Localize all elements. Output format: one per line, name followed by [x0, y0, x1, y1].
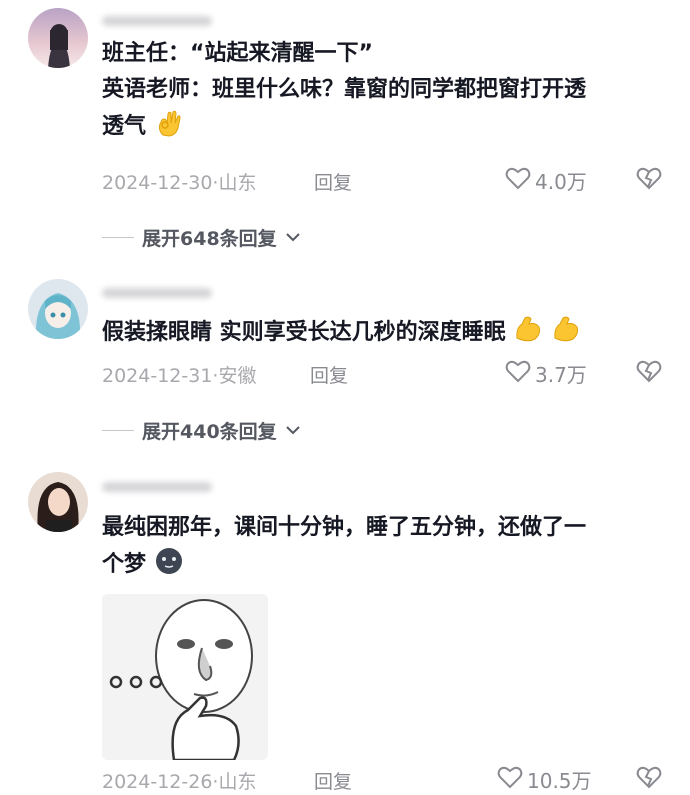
chevron-down-icon	[285, 226, 301, 248]
comment-line: 个梦	[102, 552, 147, 577]
like-count: 10.5万	[527, 768, 592, 793]
comment-meta: 2024-12-26·山东 回复 10.5万	[102, 763, 662, 795]
reply-button[interactable]: 回复	[310, 361, 348, 388]
reply-button[interactable]: 回复	[314, 767, 352, 794]
dislike-button[interactable]	[636, 765, 662, 794]
heart-icon	[505, 359, 531, 388]
comment-text: 假装揉眼睛 实则享受长达几秒的深度睡眠	[102, 314, 662, 356]
like-count: 4.0万	[535, 169, 587, 194]
flexed-arm-emoji	[513, 314, 543, 356]
comment-line: 透气	[102, 114, 147, 139]
dislike-button[interactable]	[636, 166, 662, 195]
reply-button[interactable]: 回复	[314, 168, 352, 195]
heart-icon	[505, 166, 531, 195]
ok-hand-emoji	[154, 108, 184, 150]
divider	[102, 429, 134, 431]
username[interactable]	[102, 476, 212, 498]
expand-replies-button[interactable]: 展开648条回复	[102, 222, 301, 252]
comment-line: 班主任：“站起来清醒一下”	[102, 41, 373, 66]
thinking-meme-image[interactable]	[102, 594, 268, 760]
comment-text: 最纯困那年，课间十分钟，睡了五分钟，还做了一 个梦	[102, 510, 662, 588]
comment-date: 2024-12-31·安徽	[102, 365, 257, 387]
comment-date: 2024-12-30·山东	[102, 172, 257, 194]
chevron-down-icon	[285, 419, 301, 441]
comment-text: 班主任：“站起来清醒一下” 英语老师：班里什么味？靠窗的同学都把窗打开透 透气	[102, 36, 662, 150]
broken-heart-icon	[636, 167, 662, 190]
expand-replies-label: 展开440条回复	[142, 420, 277, 443]
comment-line: 假装揉眼睛 实则享受长达几秒的深度睡眠	[102, 320, 506, 345]
comment-meta: 2024-12-30·山东 回复 4.0万	[102, 164, 662, 196]
sleepy-face-emoji	[154, 546, 184, 588]
like-count: 3.7万	[535, 362, 587, 387]
flexed-arm-emoji	[551, 314, 581, 356]
divider	[102, 236, 134, 238]
broken-heart-icon	[636, 766, 662, 789]
expand-replies-label: 展开648条回复	[142, 227, 277, 250]
comment-line: 英语老师：班里什么味？靠窗的同学都把窗打开透	[102, 77, 587, 102]
avatar[interactable]	[28, 8, 88, 68]
avatar[interactable]	[28, 472, 88, 532]
expand-replies-button[interactable]: 展开440条回复	[102, 415, 301, 445]
like-button[interactable]: 3.7万	[505, 357, 587, 389]
comment-date: 2024-12-26·山东	[102, 771, 257, 793]
like-button[interactable]: 4.0万	[505, 164, 587, 196]
like-button[interactable]: 10.5万	[497, 763, 592, 795]
broken-heart-icon	[636, 360, 662, 383]
comment-meta: 2024-12-31·安徽 回复 3.7万	[102, 357, 662, 389]
dislike-button[interactable]	[636, 359, 662, 388]
comment-line: 最纯困那年，课间十分钟，睡了五分钟，还做了一	[102, 515, 587, 540]
username[interactable]	[102, 10, 212, 32]
heart-icon	[497, 765, 523, 794]
username[interactable]	[102, 282, 212, 304]
avatar[interactable]	[28, 279, 88, 339]
